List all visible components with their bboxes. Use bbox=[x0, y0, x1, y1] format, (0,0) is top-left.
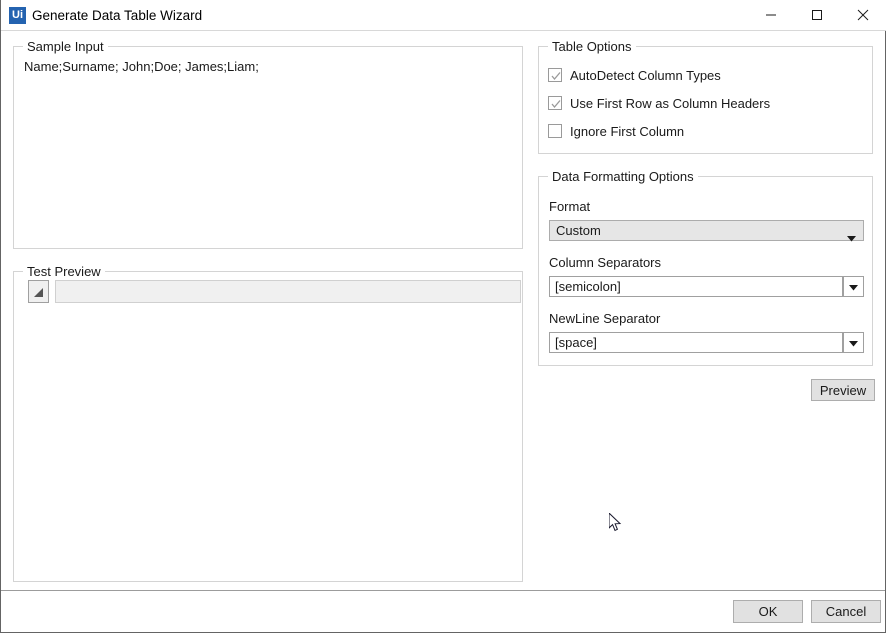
column-separators-label: Column Separators bbox=[549, 255, 661, 270]
table-options-group: Table Options AutoDetect Column Types Us… bbox=[538, 39, 873, 154]
minimize-icon bbox=[748, 9, 794, 21]
newline-separator-value: [space] bbox=[555, 335, 597, 350]
table-options-legend: Table Options bbox=[548, 39, 636, 54]
chevron-down-icon bbox=[847, 229, 856, 247]
maximize-icon bbox=[794, 9, 840, 21]
sample-input-textarea[interactable]: Name;Surname; John;Doe; James;Liam; bbox=[24, 59, 259, 74]
test-preview-legend: Test Preview bbox=[23, 264, 105, 279]
mouse-cursor bbox=[608, 511, 623, 538]
data-formatting-options-group: Data Formatting Options Format Custom Co… bbox=[538, 169, 873, 366]
column-separators-dropdown-button[interactable] bbox=[843, 276, 864, 297]
close-button[interactable] bbox=[840, 0, 886, 30]
preview-button[interactable]: Preview bbox=[811, 379, 875, 401]
maximize-button[interactable] bbox=[794, 0, 840, 30]
sample-input-group: Sample Input Name;Surname; John;Doe; Jam… bbox=[13, 39, 523, 249]
checkbox-label: AutoDetect Column Types bbox=[570, 68, 721, 83]
ok-button[interactable]: OK bbox=[733, 600, 803, 623]
column-separators-input[interactable]: [semicolon] bbox=[549, 276, 843, 297]
sample-input-legend: Sample Input bbox=[23, 39, 108, 54]
preview-data-grid[interactable] bbox=[16, 280, 521, 304]
close-icon bbox=[840, 9, 886, 21]
newline-separator-input[interactable]: [space] bbox=[549, 332, 843, 353]
grid-header-row bbox=[55, 280, 521, 303]
minimize-button[interactable] bbox=[748, 0, 794, 30]
test-preview-group: Test Preview bbox=[13, 264, 523, 582]
format-selected-value: Custom bbox=[556, 223, 601, 238]
column-separators-value: [semicolon] bbox=[555, 279, 621, 294]
dialog-window: Ui Generate Data Table Wizard Sample Inp… bbox=[0, 0, 886, 633]
format-dropdown[interactable]: Custom bbox=[549, 220, 864, 242]
app-logo-icon: Ui bbox=[9, 7, 26, 24]
checkbox-box[interactable] bbox=[548, 68, 562, 82]
data-formatting-options-legend: Data Formatting Options bbox=[548, 169, 698, 184]
checkbox-label: Ignore First Column bbox=[570, 124, 685, 139]
cancel-button[interactable]: Cancel bbox=[811, 600, 881, 623]
checkbox-box[interactable] bbox=[548, 124, 562, 138]
checkbox-label: Use First Row as Column Headers bbox=[570, 96, 771, 111]
format-label: Format bbox=[549, 199, 591, 214]
title-bar: Ui Generate Data Table Wizard bbox=[1, 0, 886, 31]
format-dropdown-body[interactable]: Custom bbox=[549, 220, 864, 242]
column-separators-combobox[interactable]: [semicolon] bbox=[549, 276, 864, 297]
checkbox-box[interactable] bbox=[548, 96, 562, 110]
newline-separator-combobox[interactable]: [space] bbox=[549, 332, 864, 353]
newline-separator-label: NewLine Separator bbox=[549, 311, 661, 326]
newline-separator-dropdown-button[interactable] bbox=[843, 332, 864, 353]
page-title: Generate Data Table Wizard bbox=[32, 8, 203, 23]
select-all-corner-button[interactable] bbox=[28, 280, 49, 303]
